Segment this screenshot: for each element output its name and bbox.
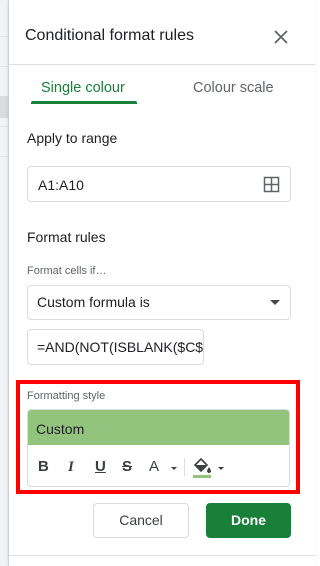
close-icon[interactable] bbox=[271, 27, 291, 47]
condition-value: Custom formula is bbox=[37, 294, 150, 310]
conditional-format-panel: Conditional format rules Single colour C… bbox=[9, 0, 315, 566]
fill-color-swatch bbox=[193, 475, 211, 478]
bold-button[interactable]: B bbox=[38, 456, 49, 478]
formula-input[interactable]: =AND(NOT(ISBLANK($C$ bbox=[27, 329, 204, 365]
chevron-down-icon bbox=[270, 300, 280, 305]
style-preview-text: Custom bbox=[36, 421, 85, 437]
cancel-button[interactable]: Cancel bbox=[93, 503, 189, 538]
tab-colour-scale[interactable]: Colour scale bbox=[193, 80, 274, 96]
formula-value: =AND(NOT(ISBLANK($C$ bbox=[37, 339, 204, 355]
apply-to-range-label: Apply to range bbox=[27, 130, 118, 146]
sheet-edge bbox=[0, 0, 9, 566]
fill-color-icon[interactable] bbox=[191, 455, 213, 477]
fill-color-chevron-icon bbox=[218, 467, 224, 470]
range-value: A1:A10 bbox=[38, 177, 84, 193]
row-line bbox=[0, 156, 9, 157]
formatting-style-label: Formatting style bbox=[27, 390, 106, 402]
active-tab-indicator bbox=[31, 101, 137, 104]
footer-divider bbox=[9, 555, 315, 556]
selected-row-marker bbox=[0, 96, 9, 118]
row-line bbox=[0, 66, 9, 67]
tab-single-colour[interactable]: Single colour bbox=[41, 80, 125, 96]
grid-select-icon[interactable] bbox=[263, 176, 280, 193]
header-divider bbox=[9, 64, 315, 65]
row-line bbox=[0, 36, 9, 37]
italic-button[interactable]: I bbox=[68, 456, 74, 478]
row-line bbox=[0, 126, 9, 127]
panel-title: Conditional format rules bbox=[25, 27, 194, 44]
underline-button[interactable]: U bbox=[95, 456, 106, 478]
range-input[interactable]: A1:A10 bbox=[27, 166, 291, 202]
done-button[interactable]: Done bbox=[206, 503, 291, 538]
style-preview-dropdown[interactable]: Custom bbox=[28, 410, 289, 445]
strikethrough-button[interactable]: S bbox=[122, 456, 132, 478]
formatting-style-card: Custom B I U S A bbox=[27, 409, 290, 487]
text-color-button[interactable]: A bbox=[149, 456, 159, 478]
text-color-chevron-icon bbox=[171, 467, 177, 470]
format-rules-label: Format rules bbox=[27, 229, 106, 245]
format-cells-if-label: Format cells if… bbox=[27, 265, 107, 277]
toolbar-divider bbox=[184, 458, 185, 476]
condition-select[interactable]: Custom formula is bbox=[27, 285, 291, 320]
